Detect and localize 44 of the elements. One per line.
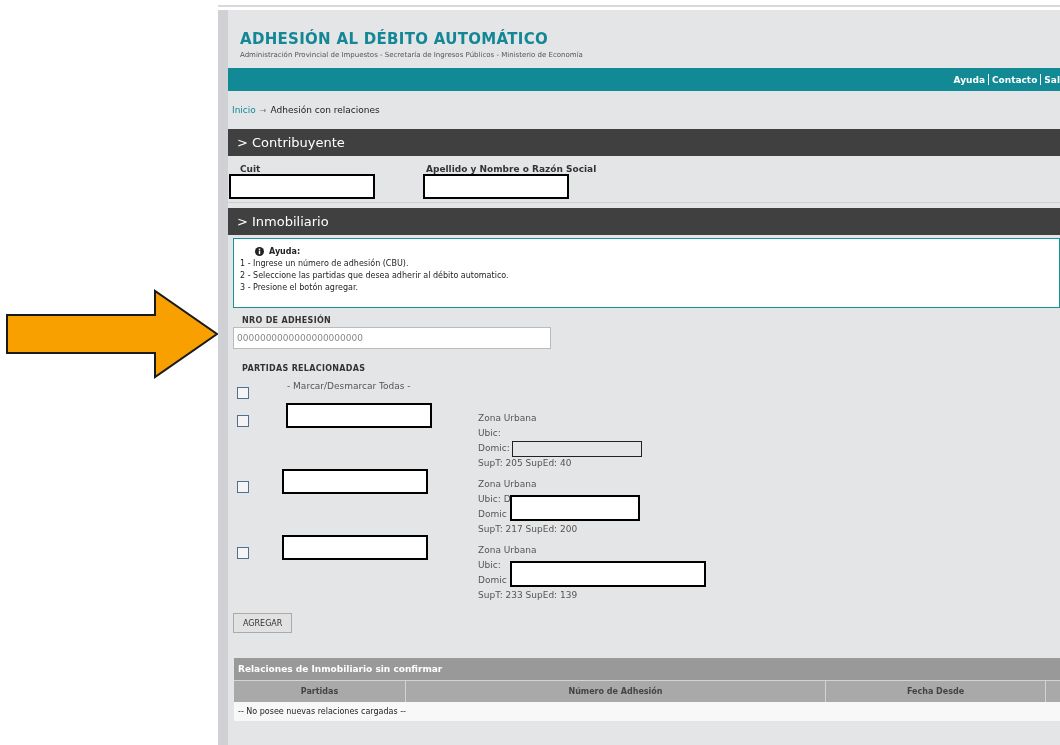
nav-link[interactable]: Sal: [1044, 74, 1060, 85]
table-row: -- No posee nuevas relaciones cargadas --: [234, 702, 1060, 721]
nav-link[interactable]: Ayuda: [953, 74, 985, 85]
checkbox[interactable]: [237, 547, 249, 559]
nav-link[interactable]: Contacto: [991, 74, 1038, 85]
help-title: Ayuda:: [269, 247, 301, 256]
help-step: 3 - Presione el botón agregar.: [240, 282, 1053, 294]
breadcrumb-current: Adhesión con relaciones: [270, 105, 380, 115]
table-title: Relaciones de Inmobiliario sin confirmar: [234, 658, 1060, 680]
surface-text: SupT: 233 SupEd: 139: [478, 589, 579, 602]
surface-text: SupT: 205 SupEd: 40: [478, 457, 573, 470]
address-label: Domic: [478, 574, 507, 587]
help-step: 1 - Ingrese un número de adhesión (CBU).: [240, 258, 1053, 270]
breadcrumb-link[interactable]: Inicio: [232, 105, 256, 115]
checkbox[interactable]: [237, 387, 249, 399]
field-label: NRO DE ADHESIÓN: [241, 316, 333, 325]
section-label: PARTIDAS RELACIONADAS: [241, 364, 367, 373]
field-label: Apellido y Nombre o Razón Social: [425, 163, 597, 174]
surface-text: SupT: 217 SupEd: 200: [478, 523, 579, 536]
select-all-label: - Marcar/Desmarcar Todas -: [287, 381, 411, 391]
address-label: Domic: [478, 508, 507, 521]
adhesion-number-field[interactable]: 0000000000000000000000: [233, 327, 551, 349]
zone-text: Zona Urbana: [478, 478, 538, 491]
address-label: Domic:: [478, 442, 510, 455]
checkbox[interactable]: [237, 415, 249, 427]
help-step: 2 - Seleccione las partidas que desea adherir al débito automatico.: [240, 270, 1053, 282]
section-heading: > Inmobiliario: [228, 208, 1060, 235]
page-title: ADHESIÓN AL DÉBITO AUTOMÁTICO: [240, 30, 550, 48]
add-button[interactable]: AGREGAR: [233, 613, 293, 633]
location-label: Ubic:: [478, 559, 501, 572]
location-label: Ubic: D: [478, 493, 511, 506]
column-header: Partidas: [234, 681, 406, 702]
zone-text: Zona Urbana: [478, 544, 538, 557]
zone-text: Zona Urbana: [478, 412, 538, 425]
info-icon: [255, 247, 264, 256]
checkbox[interactable]: [237, 481, 249, 493]
arrow-icon: [5, 289, 219, 379]
header-cell: [1046, 681, 1060, 702]
breadcrumb-separator: →: [259, 105, 267, 115]
field-label: Cuit: [239, 163, 262, 174]
section-heading: > Contribuyente: [228, 129, 1060, 156]
location-label: Ubic:: [478, 427, 501, 440]
column-header: Fecha Desde: [826, 681, 1046, 702]
column-header: Número de Adhesión: [406, 681, 826, 702]
